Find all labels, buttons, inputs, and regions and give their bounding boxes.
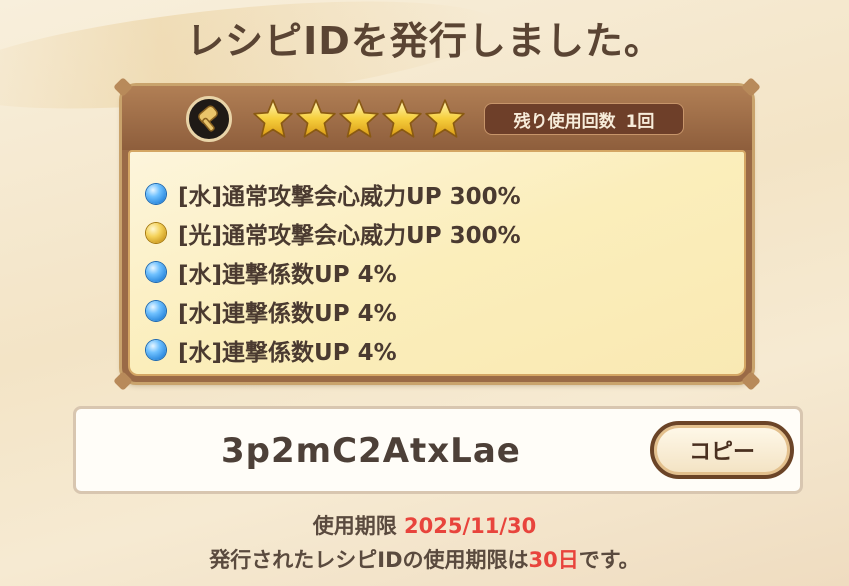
expiry-date-line: 使用期限 2025/11/30 <box>0 510 849 540</box>
recipe-effects-panel: [水]通常攻撃会心威力UP 300% [光]通常攻撃会心威力UP 300% [水]連… <box>128 150 746 376</box>
water-orb-icon <box>146 261 166 282</box>
rarity-stars <box>252 98 466 140</box>
expiry-label: 使用期限 <box>312 514 397 538</box>
effect-list: [水]通常攻撃会心威力UP 300% [光]通常攻撃会心威力UP 300% [水]連… <box>146 174 521 369</box>
recipe-card: 残り使用回数 1回 [水]通常攻撃会心威力UP 300% [光]通常攻撃会心威力U… <box>113 77 761 391</box>
light-orb-icon <box>146 222 166 243</box>
effect-text: [水]連撃係数UP 4% <box>178 261 397 288</box>
effect-item: [水]連撃係数UP 4% <box>146 252 521 291</box>
effect-item: [水]連撃係数UP 4% <box>146 330 521 369</box>
remaining-uses-label: 残り使用回数 <box>513 111 616 132</box>
copy-button[interactable]: コピー <box>650 421 794 479</box>
recipe-id-field[interactable]: 3p2mC2AtxLae コピー <box>73 406 803 494</box>
star-icon <box>339 99 379 138</box>
expiry-note-suffix: です。 <box>578 548 640 572</box>
expiry-date: 2025/11/30 <box>404 514 537 538</box>
star-icon <box>296 99 336 138</box>
effect-text: [光]通常攻撃会心威力UP 300% <box>178 222 521 249</box>
effect-item: [水]連撃係数UP 4% <box>146 291 521 330</box>
effect-text: [水]連撃係数UP 4% <box>178 300 397 327</box>
effect-text: [水]通常攻撃会心威力UP 300% <box>178 183 521 210</box>
effect-text: [水]連撃係数UP 4% <box>178 339 397 366</box>
hammer-icon <box>186 96 232 142</box>
expiry-note: 発行されたレシピIDの使用期限は30日です。 <box>0 544 849 574</box>
water-orb-icon <box>146 183 166 204</box>
remaining-uses-badge: 残り使用回数 1回 <box>484 103 684 135</box>
expiry-note-days: 30日 <box>528 548 579 572</box>
star-icon <box>382 99 422 138</box>
expiry-note-prefix: 発行されたレシピIDの使用期限は <box>209 548 529 572</box>
water-orb-icon <box>146 339 166 360</box>
recipe-card-header: 残り使用回数 1回 <box>122 86 752 150</box>
remaining-uses-count: 1回 <box>625 111 655 132</box>
star-icon <box>253 99 293 138</box>
effect-item: [水]通常攻撃会心威力UP 300% <box>146 174 521 213</box>
page-title: レシピIDを発行しました。 <box>186 19 663 63</box>
star-icon <box>425 99 465 138</box>
effect-item: [光]通常攻撃会心威力UP 300% <box>146 213 521 252</box>
recipe-id-value[interactable]: 3p2mC2AtxLae <box>221 431 521 471</box>
card-corner-ornament <box>741 371 761 391</box>
water-orb-icon <box>146 300 166 321</box>
card-corner-ornament <box>113 371 133 391</box>
